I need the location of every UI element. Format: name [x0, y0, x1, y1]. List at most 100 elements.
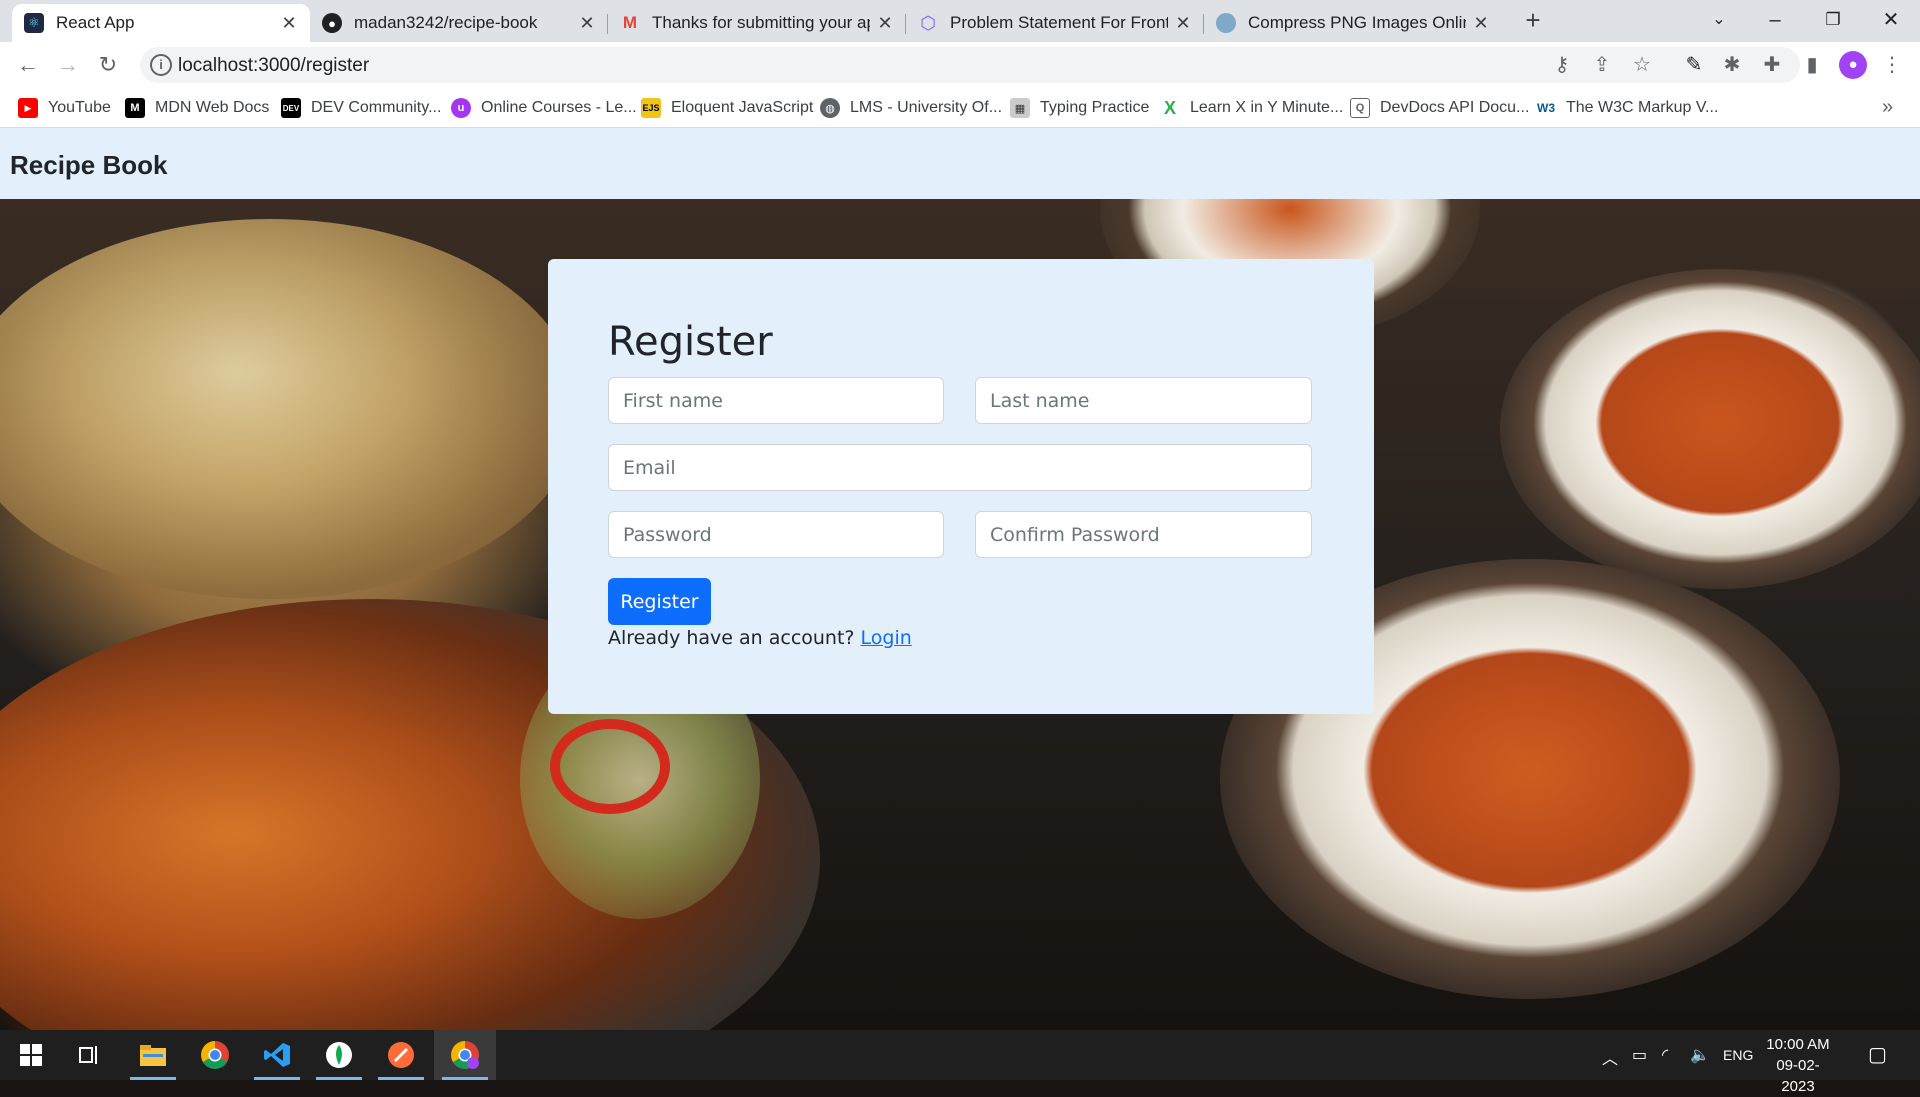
mongodb-compass-icon[interactable] — [308, 1030, 370, 1080]
bookmark-dev[interactable]: DEV DEV Community... — [281, 96, 441, 120]
dev-icon: DEV — [281, 98, 301, 118]
close-tab-icon[interactable]: ✕ — [1472, 13, 1490, 34]
bookmarks-bar: ▶ YouTube M MDN Web Docs DEV DEV Communi… — [0, 88, 1920, 128]
forward-button[interactable]: → — [52, 49, 84, 81]
volume-icon[interactable]: 🔈 — [1690, 1045, 1710, 1065]
last-name-input[interactable] — [975, 377, 1312, 424]
system-clock[interactable]: 10:00 AM 09-02-2023 — [1762, 1034, 1834, 1097]
close-tab-icon[interactable]: ✕ — [578, 13, 596, 34]
bookmark-mdn[interactable]: M MDN Web Docs — [125, 96, 269, 120]
tab-search-icon[interactable]: ⌄ — [1694, 4, 1744, 36]
react-icon: ⚛ — [24, 13, 44, 33]
vscode-icon[interactable] — [246, 1030, 308, 1080]
file-explorer-icon[interactable] — [122, 1030, 184, 1080]
youtube-icon: ▶ — [18, 98, 38, 118]
postman-icon[interactable] — [370, 1030, 432, 1080]
wifi-icon[interactable]: ◜ — [1662, 1045, 1668, 1065]
close-tab-icon[interactable]: ✕ — [876, 13, 894, 34]
notifications-icon[interactable]: ▢ — [1868, 1042, 1887, 1067]
login-prompt: Already have an account? Login — [608, 627, 912, 649]
compress-icon — [1216, 13, 1236, 33]
battery-icon[interactable]: ▭ — [1632, 1045, 1647, 1065]
tab-problem-statement[interactable]: ⬡ Problem Statement For Frontend ✕ — [906, 4, 1204, 42]
key-icon[interactable]: ⚷ — [1550, 53, 1574, 77]
bookmark-label: LMS - University Of... — [850, 99, 1003, 116]
clock-time: 10:00 AM — [1766, 1036, 1830, 1053]
curry-bowl-top — [1500, 269, 1920, 589]
show-hidden-icons[interactable]: ︿ — [1602, 1045, 1618, 1069]
bookmark-label: DevDocs API Docu... — [1380, 99, 1530, 116]
share-icon[interactable]: ⇪ — [1590, 53, 1614, 77]
profile-avatar[interactable]: ● — [1839, 51, 1867, 79]
bookmark-label: MDN Web Docs — [155, 99, 270, 116]
tab-gmail[interactable]: M Thanks for submitting your appli ✕ — [608, 4, 906, 42]
bookmark-label: Typing Practice — [1040, 99, 1150, 116]
chrome-profile-icon[interactable] — [434, 1030, 496, 1080]
bookmark-youtube[interactable]: ▶ YouTube — [18, 96, 111, 120]
back-button[interactable]: ← — [12, 49, 44, 81]
tab-title: React App — [56, 13, 135, 32]
reload-button[interactable]: ↻ — [92, 49, 124, 81]
food-background-image: Register Register Already have an accoun… — [0, 199, 1920, 1030]
bug-icon[interactable]: ✱ — [1718, 51, 1746, 79]
bookmark-devdocs[interactable]: Q DevDocs API Docu... — [1350, 96, 1529, 120]
github-icon: ● — [322, 13, 342, 33]
mdn-icon: M — [125, 98, 145, 118]
close-tab-icon[interactable]: ✕ — [1174, 13, 1192, 34]
address-bar[interactable]: i localhost:3000/register ⚷ ⇪ ☆ — [140, 47, 1800, 83]
udemy-icon: u — [451, 98, 471, 118]
bookmark-label: YouTube — [48, 99, 111, 116]
bookmark-label: The W3C Markup V... — [1566, 99, 1719, 116]
browser-tab-strip: ⚛ React App ✕ ● madan3242/recipe-book ✕ … — [0, 0, 1920, 42]
restore-button[interactable]: ❐ — [1808, 4, 1858, 36]
url-text[interactable]: localhost:3000/register — [178, 55, 369, 77]
hexagon-icon: ⬡ — [920, 12, 936, 33]
language-indicator[interactable]: ENG — [1723, 1047, 1753, 1063]
menu-icon[interactable]: ⋮ — [1878, 51, 1906, 79]
site-info-icon[interactable]: i — [150, 54, 172, 76]
tab-github[interactable]: ● madan3242/recipe-book ✕ — [310, 4, 608, 42]
bookmark-typing[interactable]: ▦ Typing Practice — [1010, 96, 1149, 120]
tab-react-app[interactable]: ⚛ React App ✕ — [12, 4, 310, 42]
close-tab-icon[interactable]: ✕ — [280, 13, 298, 34]
app-navbar: Recipe Book — [0, 128, 1920, 199]
tab-title: madan3242/recipe-book — [354, 13, 538, 32]
bookmark-lms[interactable]: ◍ LMS - University Of... — [820, 96, 1002, 120]
eyedropper-icon[interactable]: ✎ — [1680, 51, 1708, 79]
tab-compress-png[interactable]: Compress PNG Images Online ✕ — [1204, 4, 1502, 42]
clock-date: 09-02-2023 — [1776, 1057, 1820, 1095]
chili-ring — [550, 719, 670, 814]
browser-toolbar: ← → ↻ i localhost:3000/register ⚷ ⇪ ☆ ✎ … — [0, 42, 1920, 88]
new-tab-button[interactable]: + — [1520, 7, 1546, 34]
bookmark-learn-x[interactable]: X Learn X in Y Minute... — [1160, 96, 1343, 120]
close-window-button[interactable]: ✕ — [1866, 4, 1916, 36]
email-input[interactable] — [608, 444, 1312, 491]
bookmark-eloquent-js[interactable]: EJS Eloquent JavaScript — [641, 96, 813, 120]
extensions-icon[interactable]: ✚ — [1758, 51, 1786, 79]
register-button[interactable]: Register — [608, 578, 711, 625]
password-input[interactable] — [608, 511, 944, 558]
task-view-icon[interactable] — [58, 1030, 120, 1080]
brand-title[interactable]: Recipe Book — [10, 150, 168, 181]
chrome-icon[interactable] — [184, 1030, 246, 1080]
w3c-icon: W3 — [1537, 101, 1555, 115]
tab-title: Compress PNG Images Online — [1248, 13, 1466, 32]
devdocs-icon: Q — [1350, 98, 1370, 118]
minimize-button[interactable]: – — [1750, 4, 1800, 36]
windows-start-icon[interactable] — [0, 1030, 62, 1080]
first-name-input[interactable] — [608, 377, 944, 424]
x-icon: X — [1163, 97, 1176, 118]
typing-icon: ▦ — [1010, 98, 1030, 118]
login-link[interactable]: Login — [861, 627, 912, 649]
already-account-text: Already have an account? — [608, 627, 855, 649]
side-panel-icon[interactable]: ▮ — [1798, 51, 1826, 79]
register-heading: Register — [608, 319, 773, 365]
bookmark-label: DEV Community... — [311, 99, 442, 116]
register-card: Register Register Already have an accoun… — [548, 259, 1374, 714]
more-bookmarks-icon[interactable]: » — [1882, 96, 1893, 119]
bookmark-w3c[interactable]: W3 The W3C Markup V... — [1536, 96, 1718, 120]
confirm-password-input[interactable] — [975, 511, 1312, 558]
bookmark-udemy[interactable]: u Online Courses - Le... — [451, 96, 637, 120]
tab-title: Problem Statement For Frontend — [950, 13, 1168, 32]
bookmark-star-icon[interactable]: ☆ — [1630, 53, 1654, 77]
